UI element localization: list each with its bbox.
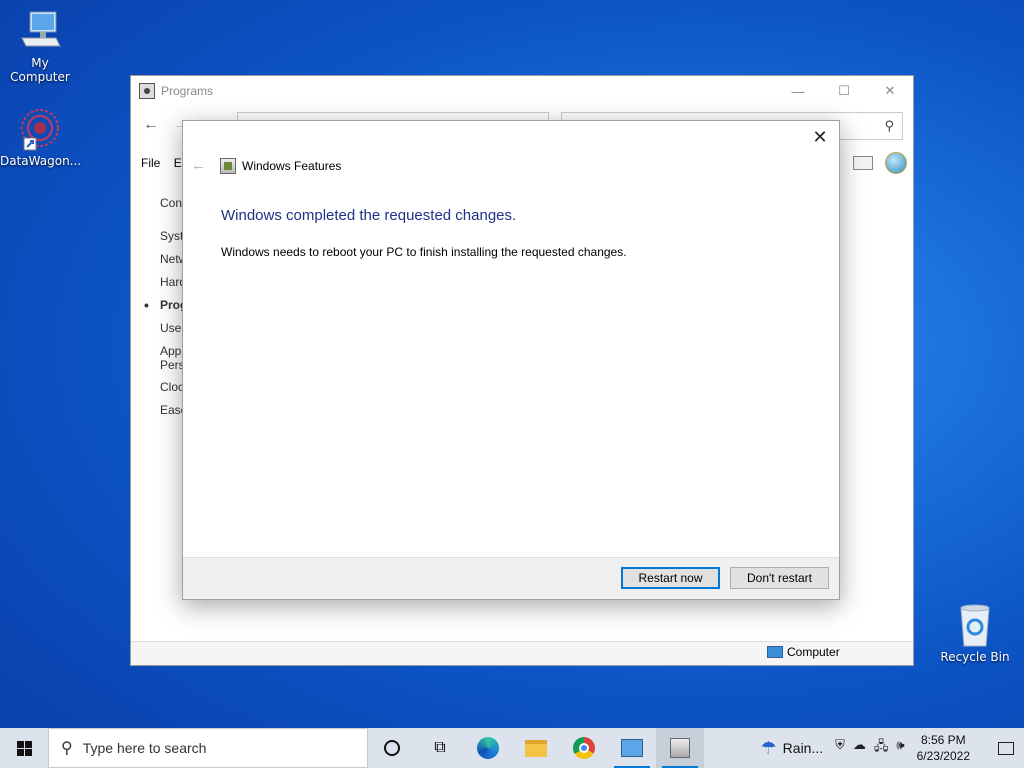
dont-restart-button[interactable]: Don't restart xyxy=(730,567,829,589)
windows-logo-icon xyxy=(16,740,32,756)
desktop-icon-datawagon[interactable]: DataWagon... xyxy=(0,106,82,168)
status-label: Computer xyxy=(787,645,840,659)
datawagon-icon xyxy=(16,106,64,152)
dialog-header-label: Windows Features xyxy=(242,158,342,173)
weather-label: Rain... xyxy=(782,740,824,756)
help-icon[interactable] xyxy=(885,152,907,174)
control-panel-icon xyxy=(621,739,643,757)
task-view-button[interactable]: ⧉ xyxy=(416,728,464,768)
maximize-button[interactable]: ☐ xyxy=(821,76,867,106)
taskbar-search[interactable]: ⚲ Type here to search xyxy=(48,728,368,768)
taskbar: ⚲ Type here to search ⧉ ☂ Rain... ⛨ ☁ 🖧 … xyxy=(0,728,1024,768)
weather-widget[interactable]: ☂ Rain... xyxy=(761,738,824,759)
windows-features-icon xyxy=(220,157,236,174)
windows-features-button[interactable] xyxy=(656,728,704,768)
dialog-title: Windows completed the requested changes. xyxy=(221,207,517,224)
desktop-icon-label: My Computer xyxy=(10,56,70,84)
control-panel-icon xyxy=(139,83,155,99)
status-computer: Computer xyxy=(767,645,840,659)
tray-icons: ⛨ ☁ 🖧 🕪 xyxy=(835,737,904,759)
notification-icon xyxy=(998,741,1014,755)
dialog-message: Windows needs to reboot your PC to finis… xyxy=(221,245,627,259)
network-icon[interactable]: 🖧 xyxy=(874,737,889,759)
desktop-icon-my-computer[interactable]: My Computer xyxy=(0,8,80,84)
control-panel-button[interactable] xyxy=(608,728,656,768)
cloud-offline-icon[interactable]: ☁ xyxy=(853,737,866,759)
clock[interactable]: 8:56 PM 6/23/2022 xyxy=(917,732,970,764)
search-placeholder: Type here to search xyxy=(82,740,207,756)
chrome-icon xyxy=(573,737,595,759)
cortana-icon xyxy=(384,740,400,756)
computer-icon xyxy=(16,8,64,54)
view-icon[interactable] xyxy=(853,156,873,170)
close-button[interactable]: ✕ xyxy=(867,76,913,106)
minimize-button[interactable]: — xyxy=(775,76,821,106)
dialog-close-button[interactable]: ✕ xyxy=(809,127,831,148)
dialog-header: ← Windows Features xyxy=(191,157,341,174)
back-arrow-icon[interactable]: ← xyxy=(143,116,159,134)
folder-icon xyxy=(525,739,547,757)
search-icon: ⚲ xyxy=(884,118,894,133)
file-explorer-button[interactable] xyxy=(512,728,560,768)
computer-icon xyxy=(767,646,783,658)
menu-file[interactable]: File xyxy=(141,156,160,170)
restart-now-button[interactable]: Restart now xyxy=(621,567,720,589)
recycle-bin-icon xyxy=(951,602,999,648)
dialog-footer: Restart now Don't restart xyxy=(183,557,839,599)
toolbar-right xyxy=(853,152,907,174)
desktop-icon-recycle-bin[interactable]: Recycle Bin xyxy=(935,602,1015,664)
desktop-icon-label: DataWagon... xyxy=(0,154,82,168)
edge-button[interactable] xyxy=(464,728,512,768)
start-button[interactable] xyxy=(0,728,48,768)
chrome-button[interactable] xyxy=(560,728,608,768)
task-view-icon: ⧉ xyxy=(434,739,446,756)
window-controls: — ☐ ✕ xyxy=(775,76,913,106)
system-tray: ☂ Rain... ⛨ ☁ 🖧 🕪 8:56 PM 6/23/2022 xyxy=(761,728,1024,768)
cortana-button[interactable] xyxy=(368,728,416,768)
windows-features-dialog: ✕ ← Windows Features Windows completed t… xyxy=(182,120,840,600)
umbrella-icon: ☂ xyxy=(760,737,777,758)
search-icon: ⚲ xyxy=(61,740,73,757)
edge-icon xyxy=(477,737,499,759)
status-bar: Computer xyxy=(131,641,913,665)
notifications-button[interactable] xyxy=(988,728,1024,768)
clock-time: 8:56 PM xyxy=(920,733,966,747)
windows-features-icon xyxy=(670,738,690,758)
back-arrow-icon[interactable]: ← xyxy=(191,157,206,174)
security-shield-icon[interactable]: ⛨ xyxy=(835,737,845,759)
clock-date: 6/23/2022 xyxy=(916,749,970,763)
desktop-icon-label: Recycle Bin xyxy=(940,650,1010,664)
volume-icon[interactable]: 🕪 xyxy=(896,737,904,759)
window-title: Programs xyxy=(161,84,214,98)
